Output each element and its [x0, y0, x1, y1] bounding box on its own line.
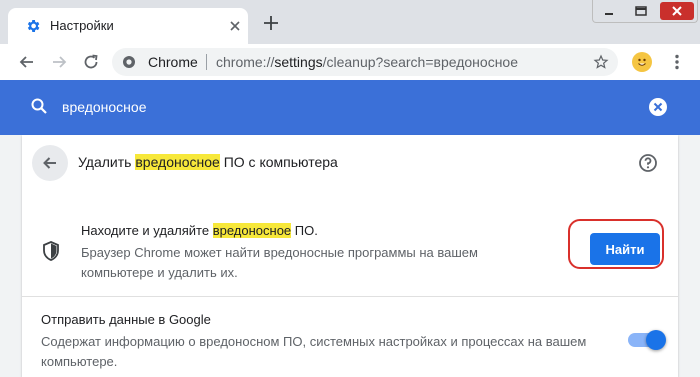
- back-button[interactable]: [32, 145, 68, 181]
- minimize-button[interactable]: [596, 3, 622, 19]
- new-tab-plus-icon[interactable]: [262, 14, 280, 32]
- url-text: chrome://settings/cleanup?search=вредоно…: [216, 54, 518, 70]
- find-malware-row: Находите и удаляйте вредоносное ПО. Брау…: [22, 211, 678, 283]
- minimize-icon: [605, 13, 613, 15]
- send-data-description: Содержат информацию о вредоносном ПО, си…: [41, 334, 587, 369]
- page-title-text: ПО с компьютера: [219, 154, 338, 170]
- find-title-text: Находите и удаляйте: [81, 223, 213, 238]
- send-data-toggle[interactable]: [628, 330, 666, 350]
- page-header: Удалить вредоносное ПО с компьютера: [22, 135, 678, 191]
- page-title-text: Удалить: [78, 154, 136, 170]
- window-controls: [592, 0, 698, 23]
- toggle-knob: [646, 330, 666, 350]
- tab-title: Настройки: [50, 18, 114, 33]
- close-tab-icon[interactable]: [228, 19, 242, 33]
- back-arrow-icon[interactable]: [18, 53, 36, 71]
- restore-icon: [635, 6, 647, 16]
- tab-strip: Настройки: [0, 0, 700, 44]
- chrome-logo-icon: [123, 56, 135, 68]
- omnibox-site-label: Chrome: [148, 54, 198, 70]
- gear-icon: [27, 20, 40, 32]
- settings-search-bar: вредоносное: [0, 80, 700, 135]
- close-window-icon: [672, 6, 682, 16]
- find-title-text: ПО.: [291, 223, 318, 238]
- tab-settings[interactable]: Настройки: [8, 8, 248, 44]
- address-bar[interactable]: Chrome chrome://settings/cleanup?search=…: [112, 48, 618, 76]
- help-icon[interactable]: [638, 153, 658, 173]
- search-highlight: вредоносное: [135, 154, 220, 170]
- close-window-button[interactable]: [660, 2, 694, 20]
- find-button[interactable]: Найти: [590, 233, 660, 265]
- find-title: Находите и удаляйте вредоносное ПО.: [81, 223, 318, 238]
- page-title: Удалить вредоносное ПО с компьютера: [78, 154, 338, 170]
- smiley-face-icon: [638, 58, 646, 66]
- url-scheme: chrome://: [216, 54, 275, 70]
- forward-arrow-icon[interactable]: [50, 53, 68, 71]
- cleanup-card: Удалить вредоносное ПО с компьютера Нахо…: [22, 135, 678, 377]
- restore-button[interactable]: [628, 3, 654, 19]
- back-arrow-icon: [43, 157, 56, 169]
- search-icon: [31, 98, 47, 114]
- url-path: /cleanup?search=вредоносное: [322, 54, 519, 70]
- send-data-row[interactable]: Отправить данные в Google Содержат инфор…: [22, 297, 678, 377]
- url-host: settings: [274, 54, 323, 70]
- find-description: Браузер Chrome может найти вредоносные п…: [81, 245, 478, 280]
- omnibox-separator: [206, 54, 207, 70]
- search-input[interactable]: вредоносное: [62, 99, 146, 115]
- send-data-title: Отправить данные в Google: [41, 312, 211, 327]
- profile-avatar[interactable]: [632, 52, 652, 72]
- clear-search-icon[interactable]: [648, 97, 668, 117]
- reload-icon[interactable]: [82, 53, 100, 71]
- kebab-menu-icon[interactable]: [668, 53, 686, 71]
- shield-icon: [43, 241, 59, 261]
- browser-toolbar: Chrome chrome://settings/cleanup?search=…: [0, 44, 700, 81]
- bookmark-star-icon[interactable]: [593, 54, 609, 70]
- search-highlight: вредоносное: [212, 223, 292, 238]
- settings-content: Удалить вредоносное ПО с компьютера Нахо…: [0, 135, 700, 377]
